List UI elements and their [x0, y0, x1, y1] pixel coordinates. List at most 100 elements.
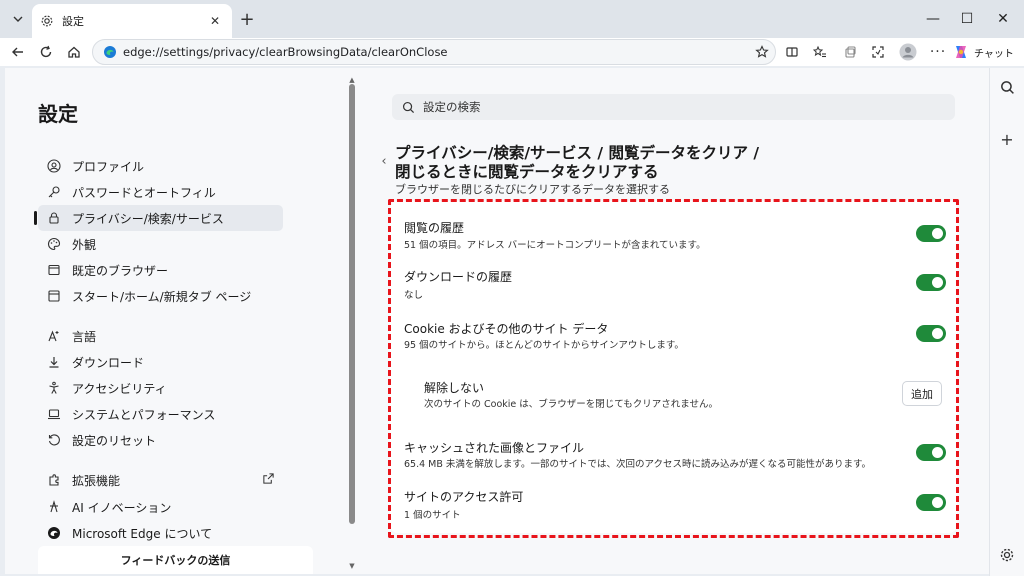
chevron-down-icon — [13, 16, 23, 22]
toggle-knob — [932, 328, 943, 339]
new-tab-button[interactable]: + — [236, 8, 258, 30]
browser-icon — [46, 262, 62, 278]
toolbar: edge://settings/privacy/clearBrowsingDat… — [0, 38, 1024, 66]
row-desc-site-permissions: 1 個のサイト — [404, 510, 461, 521]
toggle-knob — [932, 497, 943, 508]
sidebar-item-label: パスワードとオートフィル — [72, 185, 216, 200]
screenshot-button[interactable] — [866, 40, 890, 64]
sidebar-item-privacy[interactable]: プライバシー/検索/サービス — [34, 205, 283, 231]
toggle-knob — [932, 447, 943, 458]
sidebar-item-profile[interactable]: プロファイル — [38, 153, 283, 179]
reset-icon — [46, 432, 62, 448]
copilot-icon — [956, 46, 966, 58]
sidebar-scrollbar[interactable]: ▲ ▼ — [348, 76, 356, 570]
sidebar-item-start-home[interactable]: スタート/ホーム/新規タブ ページ — [38, 283, 283, 309]
settings-page: 設定 プロファイル パスワードとオートフィル プライバシー/検索/サービス 外観… — [5, 68, 989, 574]
laptop-icon — [46, 406, 62, 422]
minimize-button[interactable]: — — [918, 6, 948, 32]
sidebar-add-button[interactable]: + — [996, 128, 1018, 150]
sidebar-item-system[interactable]: システムとパフォーマンス — [38, 401, 283, 427]
sidebar-item-label: 外観 — [72, 237, 97, 252]
scroll-up-icon[interactable]: ▲ — [348, 76, 356, 84]
maximize-button[interactable]: ☐ — [952, 6, 982, 32]
accessibility-icon — [46, 380, 62, 396]
tab-settings[interactable]: 設定 ✕ — [32, 4, 232, 38]
address-bar[interactable]: edge://settings/privacy/clearBrowsingDat… — [92, 39, 776, 65]
sidebar-item-label: 設定のリセット — [72, 433, 157, 448]
breadcrumb-line-2: 閉じるときに閲覧データをクリアする — [395, 163, 659, 181]
page-subtitle: ブラウザーを閉じるたびにクリアするデータを選択する — [395, 183, 670, 196]
close-window-button[interactable]: ✕ — [988, 6, 1018, 32]
feedback-button[interactable]: フィードバックの送信 — [38, 546, 313, 574]
scroll-down-icon[interactable]: ▼ — [348, 562, 356, 570]
sidebar-settings-button[interactable] — [996, 544, 1018, 566]
sidebar-item-appearance[interactable]: 外観 — [38, 231, 283, 257]
external-link-icon[interactable] — [262, 472, 275, 488]
browsing-history-toggle[interactable] — [916, 225, 946, 242]
row-desc-browsing-history: 51 個の項目。アドレス バーにオートコンプリートが含まれています。 — [404, 240, 706, 251]
cookies-toggle[interactable] — [916, 325, 946, 342]
screenshot-icon — [872, 46, 884, 58]
sidebar-item-downloads[interactable]: ダウンロード — [38, 349, 283, 375]
sidebar-search-button[interactable] — [996, 76, 1018, 98]
settings-content: 設定の検索 ‹ プライバシー/検索/サービス / 閲覧データをクリア / 閉じる… — [357, 68, 989, 574]
page-title: プライバシー/検索/サービス / 閲覧データをクリア / 閉じるときに閲覧データ… — [395, 144, 815, 182]
row-desc-cached-files: 65.4 MB 未満を解放します。一部のサイトでは、次回のアクセス時に読み込みが… — [404, 459, 872, 470]
star-icon — [755, 45, 769, 58]
download-history-toggle[interactable] — [916, 274, 946, 291]
row-title-cookies: Cookie およびその他のサイト データ — [404, 322, 609, 336]
plus-icon: + — [1000, 129, 1014, 149]
search-placeholder: 設定の検索 — [423, 100, 481, 114]
home-button[interactable] — [62, 40, 86, 64]
url-text: edge://settings/privacy/clearBrowsingDat… — [123, 45, 448, 59]
sidebar-item-language[interactable]: 言語 — [38, 323, 283, 349]
ellipsis-icon: ··· — [929, 44, 947, 60]
add-exception-button[interactable]: 追加 — [902, 381, 942, 406]
sidebar-item-label: アクセシビリティ — [72, 381, 167, 396]
language-icon — [46, 328, 62, 344]
tab-list-button[interactable] — [6, 7, 30, 31]
sidebar-item-default-browser[interactable]: 既定のブラウザー — [38, 257, 283, 283]
sidebar-item-ai-innovation[interactable]: AI イノベーション — [38, 494, 283, 520]
profile-button[interactable] — [896, 40, 920, 64]
arrow-left-icon — [12, 47, 23, 57]
sidebar-item-label: プロファイル — [72, 159, 145, 174]
cached-files-toggle[interactable] — [916, 444, 946, 461]
refresh-button[interactable] — [34, 40, 58, 64]
favorite-star-button[interactable] — [750, 40, 774, 64]
sidebar-item-label: ダウンロード — [72, 355, 145, 370]
sidebar-item-label: 拡張機能 — [72, 473, 121, 488]
row-desc-cookies: 95 個のサイトから。ほとんどのサイトからサインアウトします。 — [404, 340, 684, 351]
sidebar-item-reset[interactable]: 設定のリセット — [38, 427, 283, 453]
split-screen-icon — [786, 47, 798, 57]
back-chevron-icon[interactable]: ‹ — [377, 154, 391, 169]
favorites-button[interactable] — [808, 40, 832, 64]
sidebar-item-passwords[interactable]: パスワードとオートフィル — [38, 179, 283, 205]
row-title-browsing-history: 閲覧の履歴 — [404, 221, 465, 235]
copilot-label: チャット — [974, 48, 1014, 60]
site-permissions-toggle[interactable] — [916, 494, 946, 511]
edge-logo-icon — [46, 525, 62, 541]
home-page-icon — [46, 288, 62, 304]
sidebar-item-label: 言語 — [72, 329, 97, 344]
edge-logo-icon — [104, 46, 116, 58]
sidebar-item-about[interactable]: Microsoft Edge について — [38, 520, 283, 546]
title-bar: 設定 ✕ + — ☐ ✕ — [0, 0, 1024, 38]
profile-icon — [46, 158, 62, 174]
sidebar-item-label: システムとパフォーマンス — [72, 407, 216, 422]
settings-title: 設定 — [38, 102, 78, 126]
row-title-site-permissions: サイトのアクセス許可 — [404, 490, 524, 504]
search-input[interactable]: 設定の検索 — [392, 94, 955, 120]
tab-title: 設定 — [62, 15, 84, 28]
scroll-thumb[interactable] — [349, 84, 355, 524]
gear-icon — [41, 15, 53, 27]
copilot-button[interactable]: チャット — [952, 40, 1018, 64]
collections-button[interactable] — [838, 40, 862, 64]
split-screen-button[interactable] — [780, 40, 804, 64]
back-button[interactable] — [6, 40, 30, 64]
row-title-cached-files: キャッシュされた画像とファイル — [404, 441, 585, 455]
sidebar-item-accessibility[interactable]: アクセシビリティ — [38, 375, 283, 401]
more-menu-button[interactable]: ··· — [926, 40, 950, 64]
tab-close-icon[interactable]: ✕ — [206, 12, 224, 30]
sidebar-item-extensions[interactable]: 拡張機能 — [38, 467, 283, 493]
